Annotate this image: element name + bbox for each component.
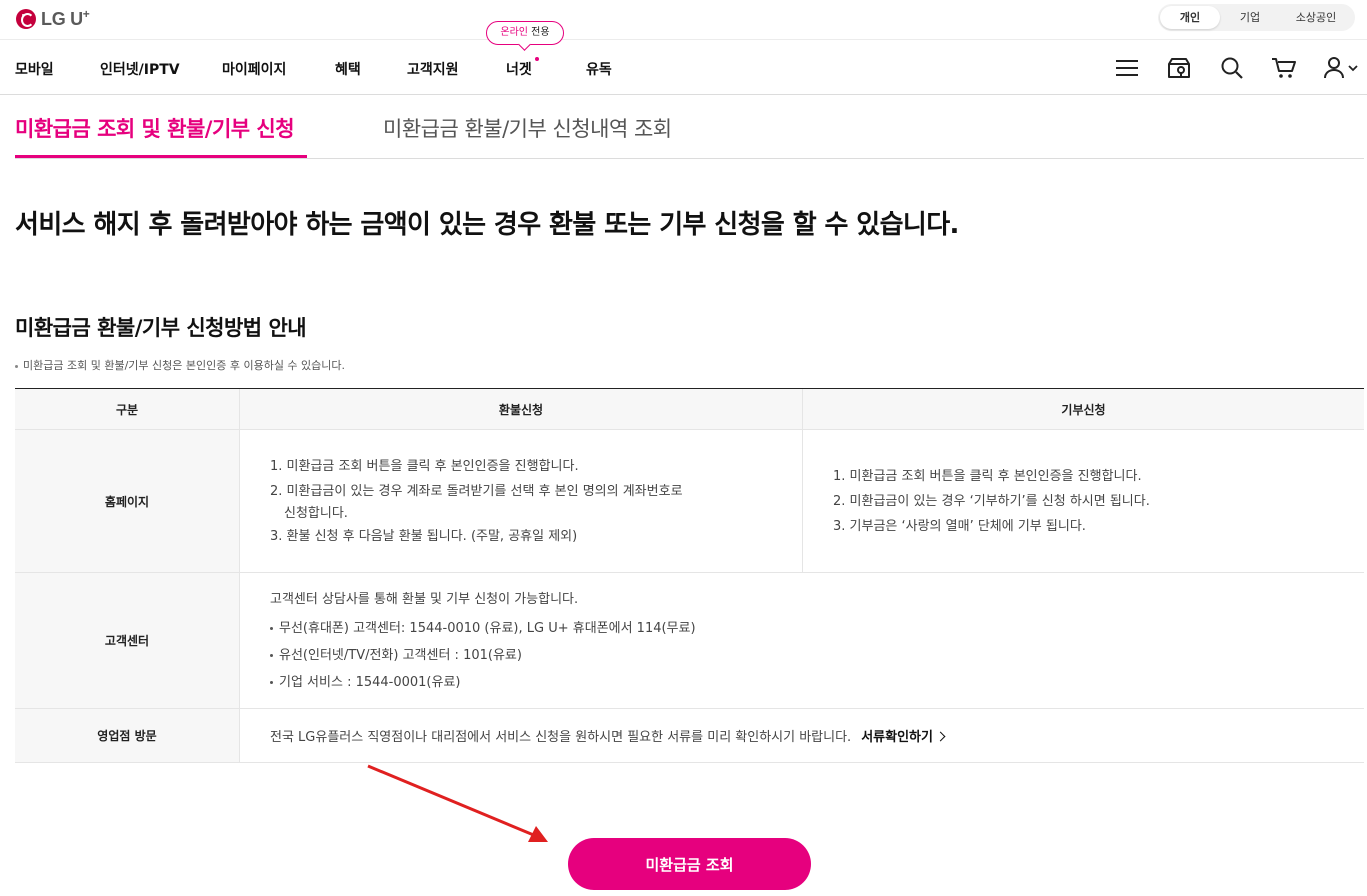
nav-item-support[interactable]: 고객지원	[407, 59, 459, 79]
user-icon[interactable]	[1322, 55, 1362, 81]
online-badge-text: 전용	[528, 27, 550, 38]
annotation-arrow	[367, 764, 548, 842]
document-check-link-label: 서류확인하기	[861, 730, 933, 745]
logo-text: LG U	[41, 9, 83, 29]
section-note-text: 미환급금 조회 및 환불/기부 신청은 본인인증 후 이용하실 수 있습니다.	[23, 359, 346, 372]
refund-guide-table: 구분 환불신청 기부신청 홈페이지 1. 미환급금 조회 버튼을 클릭 후 본인…	[15, 388, 1364, 763]
page-tabs: 미환급금 조회 및 환불/기부 신청 미환급금 환불/기부 신청내역 조회	[15, 95, 1364, 159]
donate-step-1: 1. 미환급금 조회 버튼을 클릭 후 본인인증을 진행합니다.	[833, 468, 1142, 484]
online-badge-pink-text: 온라인	[500, 27, 528, 38]
center-item-wired: 유선(인터넷/TV/전화) 고객센터 : 101(유료)	[270, 642, 1364, 669]
segment-small-business[interactable]: 소상공인	[1280, 6, 1352, 29]
store-map-icon[interactable]	[1166, 55, 1192, 81]
document-check-link[interactable]: 서류확인하기	[861, 726, 946, 745]
segment-business[interactable]: 기업	[1220, 6, 1280, 29]
nav-item-benefits[interactable]: 혜택	[335, 59, 361, 79]
nav-item-udok[interactable]: 유독	[586, 59, 612, 79]
donate-step-2: 2. 미환급금이 있는 경우 ‘기부하기’를 신청 하시면 됩니다.	[833, 493, 1150, 509]
nav-item-mypage[interactable]: 마이페이지	[222, 59, 286, 79]
logo-plus: +	[82, 7, 90, 21]
refund-step-2-cont: 신청합니다.	[284, 505, 348, 521]
top-utility-bar: LG U+ 개인 기업 소상공인	[0, 0, 1367, 40]
cart-icon[interactable]	[1271, 55, 1297, 81]
refund-steps-cell: 1. 미환급금 조회 버튼을 클릭 후 본인인증을 진행합니다. 2. 미환급금…	[240, 430, 803, 572]
table-row-homepage: 홈페이지 1. 미환급금 조회 버튼을 클릭 후 본인인증을 진행합니다. 2.…	[15, 430, 1364, 573]
lguplus-logo[interactable]: LG U+	[16, 7, 90, 30]
table-row-customer-center: 고객센터 고객센터 상담사를 통해 환불 및 기부 신청이 가능합니다. 무선(…	[15, 573, 1364, 709]
store-visit-cell: 전국 LG유플러스 직영점이나 대리점에서 서비스 신청을 원하시면 필요한 서…	[240, 709, 1364, 762]
refund-inquiry-button[interactable]: 미환급금 조회	[568, 838, 811, 890]
header-category: 구분	[15, 389, 240, 429]
customer-type-switch: 개인 기업 소상공인	[1158, 4, 1355, 31]
center-item-mobile: 무선(휴대폰) 고객센터: 1544-0010 (유료), LG U+ 휴대폰에…	[270, 615, 1364, 642]
tab-inquiry-apply[interactable]: 미환급금 조회 및 환불/기부 신청	[15, 113, 295, 143]
header-donate: 기부신청	[803, 389, 1364, 429]
refund-step-3: 3. 환불 신청 후 다음날 환불 됩니다. (주말, 공휴일 제외)	[270, 528, 578, 544]
active-tab-indicator	[15, 155, 307, 158]
row-label-customer-center: 고객센터	[15, 573, 240, 708]
main-nav: 모바일 인터넷/IPTV 마이페이지 혜택 고객지원 너겟 유독	[0, 41, 1367, 95]
nav-item-internet-iptv[interactable]: 인터넷/IPTV	[100, 59, 180, 79]
customer-center-lead: 고객센터 상담사를 통해 환불 및 기부 신청이 가능합니다.	[270, 591, 579, 607]
menu-icon[interactable]	[1114, 55, 1140, 81]
donate-steps-cell: 1. 미환급금 조회 버튼을 클릭 후 본인인증을 진행합니다. 2. 미환급금…	[803, 430, 1364, 572]
store-visit-text: 전국 LG유플러스 직영점이나 대리점에서 서비스 신청을 원하시면 필요한 서…	[270, 730, 852, 745]
chevron-right-icon	[935, 731, 946, 742]
donate-step-3: 3. 기부금은 ‘사랑의 열매’ 단체에 기부 됩니다.	[833, 518, 1086, 534]
refund-step-2-text: 2. 미환급금이 있는 경우 계좌로 돌려받기를 선택 후 본인 명의의 계좌번…	[270, 483, 683, 499]
row-label-store-visit: 영업점 방문	[15, 709, 240, 762]
table-header-row: 구분 환불신청 기부신청	[15, 389, 1364, 430]
center-item-business: 기업 서비스 : 1544-0001(유료)	[270, 669, 1364, 696]
segment-personal[interactable]: 개인	[1160, 6, 1220, 29]
search-icon[interactable]	[1219, 55, 1245, 81]
tab-history[interactable]: 미환급금 환불/기부 신청내역 조회	[383, 113, 672, 143]
section-title: 미환급금 환불/기부 신청방법 안내	[15, 316, 307, 340]
bullet-dot	[15, 364, 18, 368]
online-only-badge: 온라인 전용	[486, 21, 564, 45]
page-headline: 서비스 해지 후 돌려받아야 하는 금액이 있는 경우 환불 또는 기부 신청을…	[15, 210, 959, 240]
header-refund: 환불신청	[240, 389, 803, 429]
new-indicator-dot	[535, 57, 539, 61]
refund-step-2: 2. 미환급금이 있는 경우 계좌로 돌려받기를 선택 후 본인 명의의 계좌번…	[270, 479, 802, 524]
table-row-store-visit: 영업점 방문 전국 LG유플러스 직영점이나 대리점에서 서비스 신청을 원하시…	[15, 709, 1364, 763]
refund-step-1: 1. 미환급금 조회 버튼을 클릭 후 본인인증을 진행합니다.	[270, 458, 579, 474]
nav-item-nugget[interactable]: 너겟	[506, 59, 532, 79]
row-label-homepage: 홈페이지	[15, 430, 240, 572]
lg-face-icon	[16, 8, 36, 29]
nav-item-mobile[interactable]: 모바일	[15, 59, 54, 79]
customer-center-cell: 고객센터 상담사를 통해 환불 및 기부 신청이 가능합니다. 무선(휴대폰) …	[240, 573, 1364, 708]
section-note: 미환급금 조회 및 환불/기부 신청은 본인인증 후 이용하실 수 있습니다.	[15, 357, 345, 373]
